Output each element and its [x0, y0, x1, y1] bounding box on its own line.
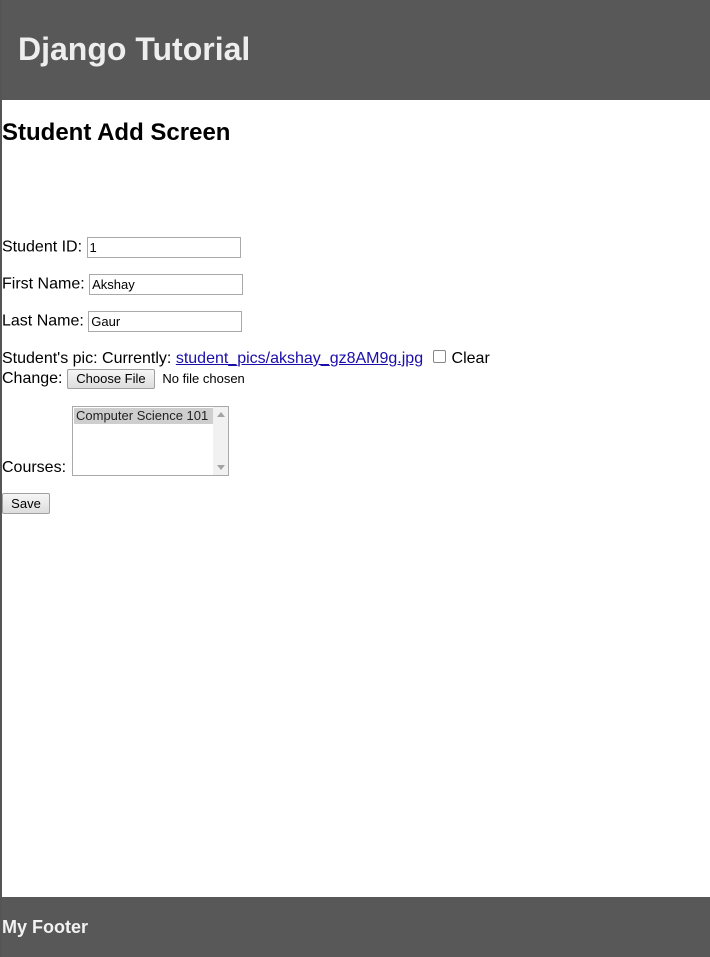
choose-file-button[interactable]: Choose File — [66, 369, 155, 389]
scroll-down-icon[interactable] — [217, 465, 225, 470]
last-name-row: Last Name: — [2, 311, 243, 332]
student-id-row: Student ID: — [2, 237, 241, 258]
currently-label: Currently: — [102, 350, 172, 367]
first-name-row: First Name: — [2, 274, 244, 295]
student-id-input[interactable] — [86, 237, 241, 258]
student-pic-row: Student's pic: Currently: student_pics/a… — [2, 349, 490, 369]
page: Django Tutorial Student Add Screen Stude… — [0, 0, 710, 957]
courses-listbox[interactable]: Computer Science 101 — [72, 406, 229, 476]
listbox-scrollbar[interactable] — [213, 407, 228, 475]
last-name-input[interactable] — [88, 311, 243, 332]
student-pic-label: Student's pic: — [2, 350, 98, 367]
last-name-label: Last Name: — [2, 312, 84, 330]
first-name-input[interactable] — [89, 274, 244, 295]
courses-label: Courses: — [2, 459, 67, 476]
site-title: Django Tutorial — [18, 31, 251, 67]
clear-label: Clear — [451, 350, 490, 367]
footer-text: My Footer — [2, 917, 89, 937]
change-row: Change: Choose File No file chosen — [2, 369, 245, 389]
no-file-chosen-text: No file chosen — [162, 371, 245, 386]
page-title: Student Add Screen — [2, 119, 231, 146]
site-footer — [2, 897, 710, 957]
first-name-label: First Name: — [2, 275, 85, 293]
course-option[interactable]: Computer Science 101 — [74, 408, 213, 424]
save-button[interactable]: Save — [2, 493, 50, 514]
student-id-label: Student ID: — [2, 238, 83, 256]
scroll-up-icon[interactable] — [217, 412, 225, 417]
clear-checkbox[interactable] — [432, 350, 446, 364]
current-file-link[interactable]: student_pics/akshay_gz8AM9g.jpg — [176, 350, 423, 367]
change-label: Change: — [2, 370, 63, 388]
